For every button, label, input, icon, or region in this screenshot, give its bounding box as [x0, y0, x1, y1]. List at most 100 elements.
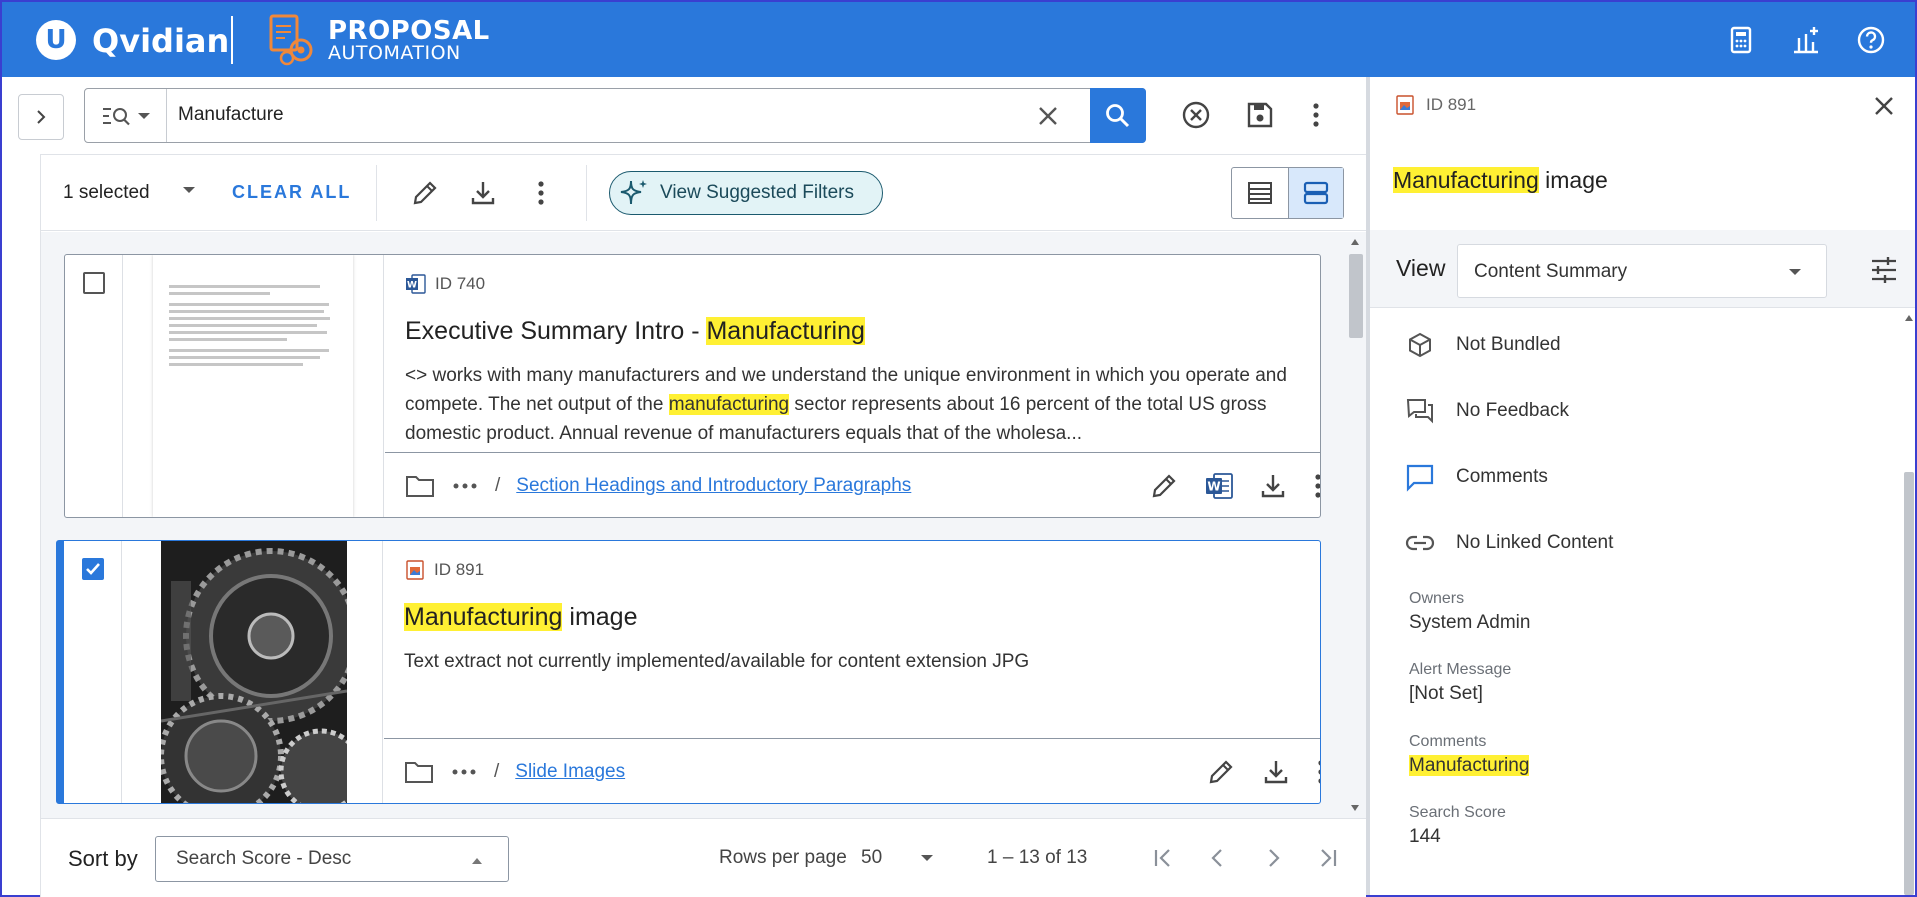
brand-name: Qvidian	[92, 22, 230, 60]
chart-add-icon[interactable]	[1790, 24, 1822, 56]
search-score-value: 144	[1409, 826, 1441, 847]
comments-label: Comments	[1409, 733, 1487, 750]
image-file-icon	[406, 560, 424, 580]
list-view-button[interactable]	[1232, 168, 1288, 218]
toolbar-separator	[376, 165, 377, 221]
clear-all-button[interactable]: CLEAR ALL	[232, 182, 351, 203]
path-separator: /	[495, 475, 501, 496]
path-separator: /	[494, 761, 500, 782]
thumb-text-line	[169, 292, 270, 295]
view-select-value: Content Summary	[1474, 261, 1628, 282]
edit-button[interactable]	[1204, 755, 1238, 789]
card-title[interactable]: Manufacturing image	[404, 603, 637, 632]
checkbox-column	[64, 541, 122, 803]
folder-icon[interactable]	[405, 473, 435, 499]
folder-link[interactable]: Slide Images	[515, 761, 625, 783]
search-type-dropdown[interactable]	[85, 89, 167, 142]
card-title[interactable]: Executive Summary Intro - Manufacturing	[405, 317, 865, 346]
download-icon	[1261, 475, 1285, 498]
feedback-status[interactable]: No Feedback	[1404, 395, 1569, 427]
calculator-icon[interactable]	[1725, 24, 1757, 56]
next-page-button[interactable]	[1256, 841, 1290, 875]
tune-settings-icon[interactable]	[1869, 255, 1899, 285]
search-input[interactable]: Manufacture	[178, 104, 284, 126]
thumbnail-column	[124, 255, 384, 517]
selection-caret-icon[interactable]	[181, 183, 197, 197]
qvidian-logo[interactable]: U	[36, 20, 76, 60]
chevron-left-icon	[1211, 849, 1222, 867]
sparkle-icon	[620, 180, 647, 205]
caret-down-icon	[1789, 269, 1801, 275]
view-suggested-filters-button[interactable]: View Suggested Filters	[609, 171, 883, 215]
detail-scroll-thumb[interactable]	[1904, 472, 1914, 895]
select-checkbox-checked[interactable]	[82, 558, 104, 580]
thumb-text-line	[169, 349, 329, 352]
comments-status[interactable]: Comments	[1404, 461, 1548, 493]
chevron-right-icon	[37, 110, 46, 124]
more-vertical-icon	[1315, 474, 1320, 498]
more-horizontal-icon[interactable]	[450, 767, 478, 777]
detail-title-highlight: Manufacturing	[1393, 167, 1539, 193]
title-suffix: image	[562, 603, 638, 631]
thumb-text-line	[169, 310, 324, 313]
desc-text: Text extract not currently implemented/a…	[404, 651, 1030, 672]
card-footer: / Slide Images	[384, 738, 1320, 803]
comments-value: Manufacturing	[1409, 755, 1530, 777]
rows-caret-icon[interactable]	[919, 852, 935, 864]
result-card-selected[interactable]: ID 891 Manufacturing image Text extract …	[56, 540, 1321, 804]
help-icon[interactable]	[1855, 24, 1887, 56]
thumb-text-line	[169, 356, 321, 359]
bulk-download-button[interactable]	[466, 176, 500, 210]
card-id: W ID 740	[405, 273, 485, 295]
linked-content-status[interactable]: No Linked Content	[1404, 527, 1613, 559]
clear-search-icon[interactable]	[1033, 101, 1063, 131]
product-name-line2: AUTOMATION	[328, 42, 461, 64]
rows-per-page-select[interactable]: 50	[861, 847, 882, 869]
cancel-search-button[interactable]	[1179, 98, 1213, 132]
first-page-button[interactable]	[1146, 841, 1180, 875]
selection-count: 1 selected	[63, 182, 150, 203]
expand-filters-button[interactable]	[18, 94, 64, 140]
card-more-button[interactable]	[1304, 755, 1320, 789]
bulk-edit-button[interactable]	[408, 176, 442, 210]
sort-select[interactable]: Search Score - Desc	[155, 836, 509, 882]
folder-path: / Section Headings and Introductory Para…	[405, 473, 911, 499]
search-button[interactable]	[1090, 88, 1146, 143]
view-select[interactable]: Content Summary	[1457, 244, 1827, 298]
search-score-label: Search Score	[1409, 804, 1506, 821]
detail-scrollbar[interactable]	[1902, 312, 1915, 895]
search-more-button[interactable]	[1299, 98, 1333, 132]
detail-title-suffix: image	[1538, 167, 1608, 193]
scroll-down-icon[interactable]	[1350, 804, 1360, 812]
close-panel-icon[interactable]	[1868, 90, 1900, 122]
previous-page-button[interactable]	[1201, 841, 1235, 875]
card-view-button[interactable]	[1287, 168, 1343, 218]
folder-icon[interactable]	[404, 759, 434, 785]
card-id-text: ID 740	[435, 274, 486, 293]
card-more-button[interactable]	[1301, 469, 1320, 503]
last-page-button[interactable]	[1311, 841, 1345, 875]
download-button[interactable]	[1256, 469, 1290, 503]
save-search-button[interactable]	[1243, 98, 1277, 132]
download-button[interactable]	[1259, 755, 1293, 789]
thumb-text-line	[169, 331, 327, 334]
document-thumbnail[interactable]	[153, 255, 353, 517]
scroll-up-icon[interactable]	[1350, 238, 1360, 246]
folder-path: / Slide Images	[404, 759, 625, 785]
more-horizontal-icon[interactable]	[451, 481, 479, 491]
bundle-status[interactable]: Not Bundled	[1404, 329, 1561, 361]
results-scroll-thumb[interactable]	[1349, 254, 1363, 338]
edit-button[interactable]	[1147, 469, 1181, 503]
link-icon	[1404, 527, 1436, 559]
bulk-more-button[interactable]	[524, 176, 558, 210]
scroll-up-icon[interactable]	[1904, 314, 1914, 322]
open-in-word-button[interactable]: W	[1202, 469, 1236, 503]
gears-image-thumbnail[interactable]	[161, 541, 347, 803]
cancel-circle-icon	[1182, 101, 1210, 129]
panel-resize-divider[interactable]	[1366, 77, 1370, 895]
thumb-text-line	[169, 363, 304, 366]
results-scrollbar[interactable]	[1346, 234, 1364, 816]
folder-link[interactable]: Section Headings and Introductory Paragr…	[516, 475, 911, 497]
result-card[interactable]: W ID 740 Executive Summary Intro - Manuf…	[64, 254, 1321, 518]
select-checkbox[interactable]	[83, 272, 105, 294]
